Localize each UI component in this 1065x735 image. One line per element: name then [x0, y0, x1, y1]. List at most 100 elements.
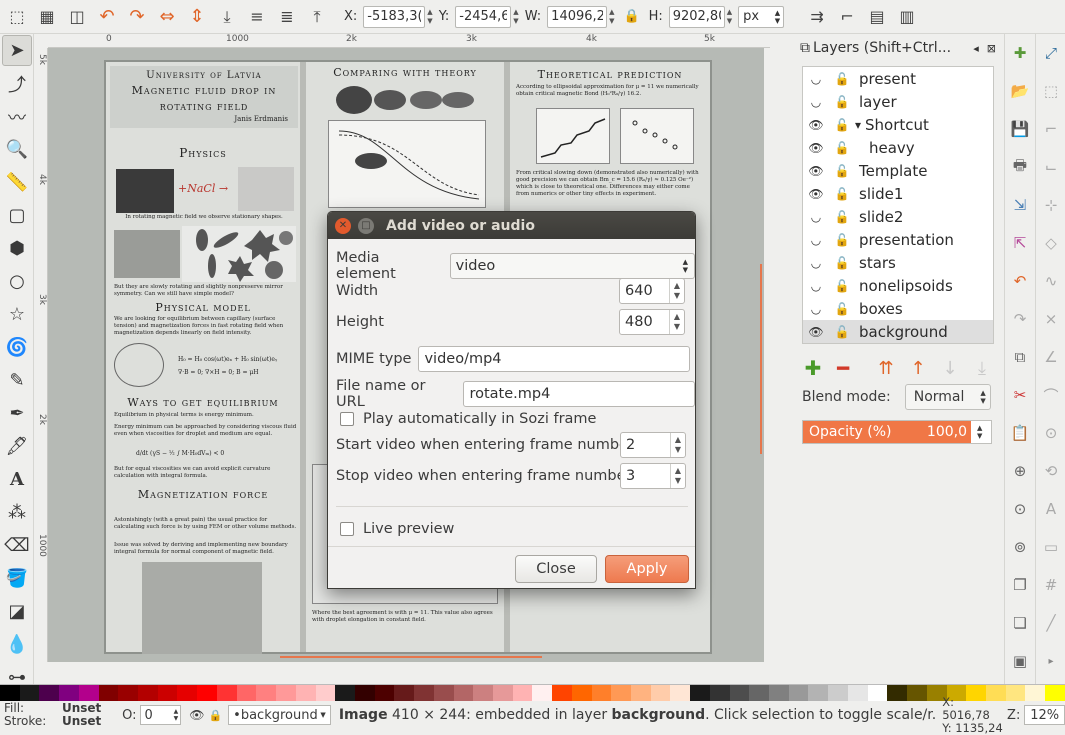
deselect-icon[interactable]: ◫ [64, 4, 90, 30]
cut-icon[interactable]: ✂ [1007, 382, 1033, 408]
palette-swatch[interactable] [532, 685, 553, 701]
palette-swatch[interactable] [769, 685, 789, 701]
palette-swatch[interactable] [473, 685, 493, 701]
layer-row[interactable]: ◡ 🔓 boxes [803, 297, 993, 320]
palette-swatch[interactable] [335, 685, 355, 701]
blend-mode-select[interactable]: Normal ▲ ▼ [904, 384, 991, 410]
eye-open-icon[interactable]: 👁 [803, 187, 829, 201]
palette-swatch[interactable] [138, 685, 158, 701]
maximize-window-icon[interactable]: □ [358, 217, 374, 234]
eye-closed-icon[interactable]: ◡ [803, 256, 829, 270]
eye-closed-icon[interactable]: ◡ [803, 279, 829, 293]
node-tool-icon[interactable]: ⤴ [2, 68, 32, 99]
snap-corners-icon[interactable]: ⌙ [1038, 154, 1064, 180]
scale-stroke-icon[interactable]: ⇉ [804, 4, 830, 30]
layer-row[interactable]: ◡ 🔓 stars [803, 251, 993, 274]
eye-open-icon[interactable]: 👁 [803, 141, 829, 155]
palette-swatch[interactable] [118, 685, 139, 701]
palette-swatch[interactable] [788, 685, 809, 701]
palette-swatch[interactable] [670, 685, 691, 701]
print-icon[interactable]: 🖶 [1007, 154, 1033, 180]
y-input[interactable] [455, 5, 512, 28]
palette-swatch[interactable] [157, 685, 178, 701]
snap-center-icon[interactable]: ⊙ [1038, 420, 1064, 446]
flip-vertical-icon[interactable]: ⇕ [184, 4, 210, 30]
eye-closed-icon[interactable]: ◡ [803, 95, 829, 109]
snap-midpoints-icon[interactable]: ⊹ [1038, 192, 1064, 218]
layer-row[interactable]: 👁 🔓 Template [803, 159, 993, 182]
new-document-icon[interactable]: ✚ [1007, 40, 1033, 66]
flip-horizontal-icon[interactable]: ⇔ [154, 4, 180, 30]
h-input[interactable] [668, 5, 725, 28]
raise-to-top-icon[interactable]: ⤒ [304, 4, 330, 30]
raise-icon[interactable]: ≣ [274, 4, 300, 30]
current-layer-select[interactable]: •background ▼ [228, 705, 331, 725]
palette-swatch[interactable] [650, 685, 671, 701]
opacity-fill[interactable]: Opacity (%) 100,0 [803, 421, 971, 443]
file-url-input[interactable]: rotate.mp4 [463, 381, 695, 407]
palette-swatch[interactable] [374, 685, 395, 701]
layer-row[interactable]: ◡ 🔓 nonelipsoids [803, 274, 993, 297]
lock-ratio-icon[interactable]: 🔒 [619, 4, 645, 30]
palette-swatch[interactable] [433, 685, 454, 701]
raise-layer-top-icon[interactable]: ⇈ [874, 356, 898, 380]
close-window-icon[interactable]: ✕ [335, 217, 351, 234]
snap-page-icon[interactable]: ▭ [1038, 534, 1064, 560]
text-tool-icon[interactable]: A [2, 464, 32, 495]
layer-row[interactable]: 👁 🔓 heavy [803, 136, 993, 159]
rectangle-tool-icon[interactable]: ▢ [2, 200, 32, 231]
lock-icon[interactable]: 🔓 [829, 141, 855, 155]
remove-layer-icon[interactable]: ━ [832, 356, 854, 380]
lock-icon[interactable]: 🔓 [829, 72, 855, 86]
w-input[interactable] [547, 5, 608, 28]
move-patterns-icon[interactable]: ▥ [894, 4, 920, 30]
autoplay-checkbox[interactable] [340, 412, 354, 426]
lock-icon[interactable]: 🔓 [829, 187, 855, 201]
palette-swatch[interactable] [354, 685, 375, 701]
width-spinner[interactable]: ▲ ▼ [668, 279, 684, 303]
lower-layer-icon[interactable]: ↓ [938, 356, 962, 380]
select-all-layers-icon[interactable]: ▦ [34, 4, 60, 30]
snap-smooth-icon[interactable]: ⌒ [1038, 382, 1064, 408]
raise-layer-icon[interactable]: ↑ [906, 356, 930, 380]
fill-stroke-values[interactable]: Unset Unset [62, 702, 116, 728]
h-spinner[interactable]: ▲ ▼ [727, 8, 732, 26]
layer-row[interactable]: ◡ 🔓 presentation [803, 228, 993, 251]
copy-icon[interactable]: ⧉ [1007, 344, 1033, 370]
palette-swatch[interactable] [216, 685, 237, 701]
palette-swatch[interactable] [197, 685, 217, 701]
zoom-page-icon[interactable]: ⊚ [1007, 534, 1033, 560]
panel-close-icon[interactable]: ⊠ [987, 42, 996, 55]
live-preview-row[interactable]: Live preview [340, 521, 454, 537]
measure-tool-icon[interactable]: 📏 [2, 167, 32, 198]
palette-swatch[interactable] [236, 685, 257, 701]
eye-closed-icon[interactable]: ◡ [803, 233, 829, 247]
palette-swatch[interactable] [749, 685, 770, 701]
palette-swatch[interactable] [78, 685, 99, 701]
lock-icon[interactable]: 🔓 [829, 95, 855, 109]
y-spinner[interactable]: ▲ ▼ [513, 8, 518, 26]
height-input[interactable]: 480 ▲ ▼ [619, 309, 685, 335]
selector-tool-icon[interactable]: ➤ [2, 35, 32, 66]
zoom-selection-icon[interactable]: ⊕ [1007, 458, 1033, 484]
gradient-tool-icon[interactable]: ◪ [2, 596, 32, 627]
palette-swatch[interactable] [256, 685, 277, 701]
eye-open-icon[interactable]: 👁 [803, 325, 829, 339]
palette-swatch[interactable] [315, 685, 336, 701]
eraser-tool-icon[interactable]: ⌫ [2, 530, 32, 561]
lock-icon[interactable]: 🔓 [829, 164, 855, 178]
palette-swatch[interactable] [1045, 685, 1065, 701]
layer-row[interactable]: ◡ 🔓 slide2 [803, 205, 993, 228]
pencil-tool-icon[interactable]: ✎ [2, 365, 32, 396]
snap-paths-icon[interactable]: ∿ [1038, 268, 1064, 294]
rotate-cw-icon[interactable]: ↷ [124, 4, 150, 30]
duplicate-icon[interactable]: ❐ [1007, 572, 1033, 598]
lock-icon[interactable]: 🔓 [829, 210, 855, 224]
color-palette[interactable] [0, 684, 1065, 701]
palette-swatch[interactable] [39, 685, 60, 701]
save-icon[interactable]: 💾 [1007, 116, 1033, 142]
open-icon[interactable]: 📂 [1007, 78, 1033, 104]
bucket-tool-icon[interactable]: 🪣 [2, 563, 32, 594]
clone-icon[interactable]: ❏ [1007, 610, 1033, 636]
layer-visibility-icon[interactable]: 👁 [189, 708, 204, 722]
